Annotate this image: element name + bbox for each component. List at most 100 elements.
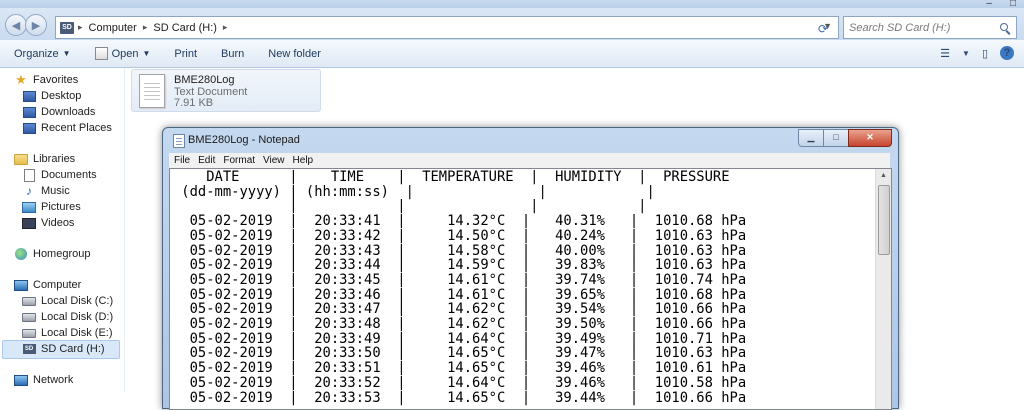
maximize-icon: □ bbox=[833, 132, 839, 142]
documents-icon bbox=[22, 168, 36, 182]
notepad-window-controls: ▁ □ ✕ bbox=[798, 129, 892, 147]
sidebar-item-libraries[interactable]: Libraries bbox=[14, 153, 75, 165]
notepad-window[interactable]: BME280Log - Notepad ▁ □ ✕ File Edit Form… bbox=[162, 127, 899, 410]
menu-file[interactable]: File bbox=[174, 155, 190, 166]
sidebar-item-homegroup[interactable]: Homegroup bbox=[14, 248, 90, 260]
hard-disk-icon bbox=[22, 327, 36, 339]
breadcrumb-separator-icon[interactable]: ▸ bbox=[143, 22, 148, 33]
sidebar-item-music[interactable]: ♪ Music bbox=[22, 184, 70, 198]
scroll-thumb[interactable] bbox=[878, 185, 890, 255]
notepad-titlebar[interactable]: BME280Log - Notepad ▁ □ ✕ bbox=[163, 128, 898, 153]
scroll-up-icon[interactable]: ▲ bbox=[876, 169, 891, 183]
minimize-icon[interactable]: – bbox=[986, 0, 992, 9]
forward-button[interactable]: ▶ bbox=[25, 14, 47, 36]
notepad-icon[interactable] bbox=[173, 134, 185, 148]
search-box[interactable]: Search SD Card (H:) bbox=[843, 16, 1017, 39]
pane-divider[interactable] bbox=[124, 68, 125, 392]
refresh-icon[interactable]: ⟳ bbox=[818, 22, 828, 36]
log-row: 05-02-2019 | 20:33:51 | 14.65°C | 39.46%… bbox=[173, 360, 747, 377]
sidebar-item-documents[interactable]: Documents bbox=[22, 168, 97, 182]
sidebar-item-recent-places[interactable]: Recent Places bbox=[22, 122, 112, 134]
sidebar-item-label: Downloads bbox=[41, 106, 96, 118]
navigation-bar: ◀ ▶ SD ▸ Computer ▸ SD Card (H:) ▸ ▼ ⟳ S… bbox=[0, 8, 1024, 40]
libraries-icon bbox=[14, 153, 28, 165]
chevron-down-icon[interactable]: ▼ bbox=[962, 49, 970, 58]
menu-view[interactable]: View bbox=[263, 155, 285, 166]
recent-places-icon bbox=[22, 122, 36, 134]
menu-help[interactable]: Help bbox=[293, 155, 314, 166]
pictures-icon bbox=[22, 201, 36, 213]
computer-icon bbox=[14, 279, 28, 291]
burn-button[interactable]: Burn bbox=[221, 48, 244, 60]
sidebar-item-label: Local Disk (D:) bbox=[41, 311, 114, 323]
file-name: BME280Log bbox=[174, 74, 235, 86]
organize-button[interactable]: Organize ▼ bbox=[14, 48, 71, 60]
log-row: 05-02-2019 | 20:33:45 | 14.61°C | 39.74%… bbox=[173, 271, 747, 288]
preview-pane-icon[interactable]: ▯ bbox=[982, 47, 988, 60]
notepad-icon bbox=[94, 47, 108, 60]
breadcrumb-computer[interactable]: Computer bbox=[89, 22, 137, 34]
back-button[interactable]: ◀ bbox=[5, 14, 27, 36]
notepad-content[interactable]: DATE | TIME | TEMPERATURE | HUMIDITY | P… bbox=[173, 170, 746, 405]
notepad-text-area[interactable]: DATE | TIME | TEMPERATURE | HUMIDITY | P… bbox=[169, 168, 892, 410]
menu-edit[interactable]: Edit bbox=[198, 155, 215, 166]
address-bar[interactable]: SD ▸ Computer ▸ SD Card (H:) ▸ ▼ bbox=[55, 16, 839, 39]
sd-card-icon: SD bbox=[60, 21, 74, 34]
minimize-icon: ▁ bbox=[807, 132, 815, 142]
sidebar-section-label: Libraries bbox=[33, 153, 76, 165]
command-bar: Organize ▼ Open ▼ Print Burn New folder … bbox=[0, 40, 1024, 68]
sidebar-item-sd-card[interactable]: SD SD Card (H:) bbox=[22, 343, 105, 355]
new-folder-button[interactable]: New folder bbox=[268, 48, 321, 60]
vertical-scrollbar[interactable]: ▲ bbox=[875, 169, 891, 409]
navigation-pane: ★ Favorites Desktop Downloads Recent Pla… bbox=[0, 68, 124, 392]
videos-icon bbox=[22, 217, 36, 229]
sidebar-item-favorites[interactable]: ★ Favorites bbox=[14, 72, 78, 87]
sidebar-item-videos[interactable]: Videos bbox=[22, 217, 74, 229]
file-item[interactable]: BME280Log Text Document 7.91 KB bbox=[131, 69, 321, 112]
sidebar-item-network[interactable]: Network bbox=[14, 374, 73, 386]
network-icon bbox=[14, 374, 28, 386]
view-controls: ☰ ▼ ▯ ? bbox=[940, 46, 1014, 60]
explorer-window-controls: – □ bbox=[986, 0, 1016, 9]
sidebar-item-pictures[interactable]: Pictures bbox=[22, 201, 81, 213]
file-size: 7.91 KB bbox=[174, 97, 214, 109]
help-icon[interactable]: ? bbox=[1000, 46, 1014, 60]
sidebar-item-local-disk-c[interactable]: Local Disk (C:) bbox=[22, 295, 113, 307]
maximize-button[interactable]: □ bbox=[823, 129, 849, 147]
breadcrumb-sd-card[interactable]: SD Card (H:) bbox=[153, 22, 217, 34]
print-button[interactable]: Print bbox=[174, 48, 197, 60]
search-icon[interactable] bbox=[1000, 22, 1010, 33]
desktop-icon bbox=[22, 90, 36, 102]
log-row: 05-02-2019 | 20:33:42 | 14.50°C | 40.24%… bbox=[173, 227, 747, 244]
homegroup-icon bbox=[14, 248, 28, 260]
menu-format[interactable]: Format bbox=[223, 155, 255, 166]
sidebar-section-label: Network bbox=[33, 374, 74, 386]
breadcrumb-separator-icon[interactable]: ▸ bbox=[78, 22, 83, 33]
log-row: 05-02-2019 | 20:33:52 | 14.64°C | 39.46%… bbox=[173, 374, 747, 391]
explorer-titlebar: – □ bbox=[0, 0, 1024, 9]
open-label: Open bbox=[111, 47, 139, 60]
close-button[interactable]: ✕ bbox=[848, 129, 892, 147]
log-row: 05-02-2019 | 20:33:49 | 14.64°C | 39.49%… bbox=[173, 330, 747, 347]
sidebar-item-label: Music bbox=[41, 185, 70, 197]
notepad-title: BME280Log - Notepad bbox=[188, 134, 300, 146]
log-spacer-line: | | | | bbox=[173, 198, 647, 215]
log-row: 05-02-2019 | 20:33:53 | 14.65°C | 39.44%… bbox=[173, 389, 747, 406]
chevron-down-icon: ▼ bbox=[142, 49, 151, 58]
log-row: 05-02-2019 | 20:33:41 | 14.32°C | 40.31%… bbox=[173, 213, 747, 230]
sidebar-item-local-disk-d[interactable]: Local Disk (D:) bbox=[22, 311, 113, 323]
search-input[interactable]: Search SD Card (H:) bbox=[849, 22, 1000, 34]
minimize-button[interactable]: ▁ bbox=[798, 129, 824, 147]
sidebar-item-computer[interactable]: Computer bbox=[14, 279, 81, 291]
sidebar-item-downloads[interactable]: Downloads bbox=[22, 106, 95, 118]
sidebar-section-label: Homegroup bbox=[33, 248, 91, 260]
sidebar-item-label: Local Disk (E:) bbox=[41, 327, 113, 339]
log-row: 05-02-2019 | 20:33:44 | 14.59°C | 39.83%… bbox=[173, 257, 747, 274]
maximize-icon[interactable]: □ bbox=[1010, 0, 1016, 9]
breadcrumb-separator-icon[interactable]: ▸ bbox=[223, 22, 228, 33]
sidebar-item-desktop[interactable]: Desktop bbox=[22, 90, 81, 102]
open-button[interactable]: Open ▼ bbox=[94, 47, 151, 60]
sidebar-item-local-disk-e[interactable]: Local Disk (E:) bbox=[22, 327, 113, 339]
notepad-menubar: File Edit Format View Help bbox=[169, 153, 890, 168]
change-view-icon[interactable]: ☰ bbox=[940, 47, 950, 60]
